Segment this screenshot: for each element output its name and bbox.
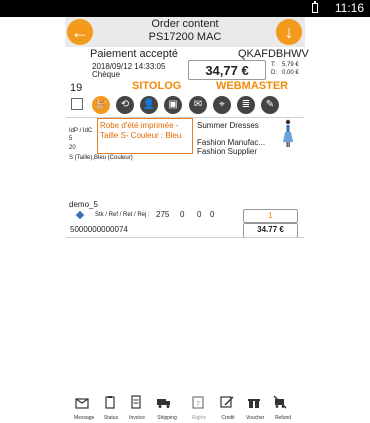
calendar-icon: 7 xyxy=(192,396,204,409)
divider xyxy=(66,237,304,238)
truck-icon xyxy=(157,399,170,408)
back-button[interactable]: ← xyxy=(67,19,93,45)
history-icon[interactable]: ⟲ xyxy=(116,96,134,114)
line-total: 34.77 € xyxy=(257,225,284,234)
quantity-returned: 0 xyxy=(197,210,202,219)
invoice-icon xyxy=(131,395,141,409)
bottom-rights[interactable]: 7 Rights xyxy=(190,394,208,421)
envelope-icon xyxy=(75,398,89,409)
bottom-bar: Message Status Invoice Shipping 7 Rights… xyxy=(66,394,304,421)
ean-code: 5000000000074 xyxy=(70,225,128,234)
select-checkbox[interactable] xyxy=(71,98,83,110)
bottom-voucher[interactable]: Voucher xyxy=(246,394,264,421)
item-count: 19 xyxy=(70,82,83,94)
quantity-labels: Stk / Ref / Ret / Rej : xyxy=(95,212,150,218)
page-subtitle: PS17200 MAC xyxy=(148,31,222,43)
dress-icon xyxy=(283,119,293,147)
total-box: 34,77 € xyxy=(188,60,266,80)
combination-id: 20 xyxy=(69,145,76,151)
quantity-value: 1 xyxy=(268,211,273,220)
refund-icon xyxy=(273,395,287,409)
bottom-status[interactable]: Status xyxy=(102,394,120,421)
tax-label: T: xyxy=(271,62,276,68)
gift-icon xyxy=(248,397,260,408)
download-button[interactable]: ↓ xyxy=(276,19,302,45)
bottom-label: Shipping xyxy=(157,415,177,421)
product-id: 5 xyxy=(69,136,73,142)
product-manufacturer: Fashion Manufac... xyxy=(197,138,266,147)
payment-status: Paiement accepté xyxy=(90,48,179,60)
bottom-invoice[interactable]: Invoice xyxy=(128,394,146,421)
clipboard-icon xyxy=(105,396,115,409)
product-name: Summer Dresses xyxy=(197,121,259,130)
arrow-left-icon: ← xyxy=(71,22,89,42)
page-title: Order content xyxy=(151,18,219,30)
basket-icon[interactable]: 🧺 xyxy=(92,96,110,114)
bottom-label: Voucher xyxy=(246,415,265,421)
quantity-field[interactable]: 1 xyxy=(243,209,298,223)
source-right: WEBMASTER xyxy=(216,80,289,92)
arrow-down-icon: ↓ xyxy=(284,22,294,42)
bottom-credit[interactable]: Credit xyxy=(219,394,237,421)
bottom-label: Credit xyxy=(221,415,235,421)
quantity-stock: 275 xyxy=(156,210,170,219)
quantity-rejected: 0 xyxy=(210,210,215,219)
order-reference: QKAFDBHWV xyxy=(238,48,309,60)
mail-icon[interactable]: ✉ xyxy=(189,96,207,114)
status-time: 11:16 xyxy=(334,1,364,15)
bottom-label: Status xyxy=(103,415,119,421)
svg-text:7: 7 xyxy=(196,402,200,408)
id-labels: IdP / IdC xyxy=(69,128,93,134)
list-icon[interactable]: ≣ xyxy=(237,96,255,114)
user-icon[interactable]: 👤 xyxy=(140,96,158,114)
bottom-refund[interactable]: Refund xyxy=(272,394,294,421)
payment-method: Chèque xyxy=(92,70,121,79)
tax-value: 5,79 € xyxy=(282,62,299,68)
status-bar: 11:16 xyxy=(0,0,370,17)
order-total: 34,77 € xyxy=(205,63,249,78)
customer-name: demo_5 xyxy=(69,200,98,209)
discount-label: D: xyxy=(271,70,277,76)
battery-icon xyxy=(312,1,318,13)
app-bar: Order content PS17200 MAC xyxy=(65,17,305,47)
bottom-label: Rights xyxy=(191,415,207,421)
bottom-label: Message xyxy=(74,415,95,421)
location-icon[interactable]: ⌖ xyxy=(213,96,231,114)
bottom-message[interactable]: Message xyxy=(74,394,95,421)
credit-icon xyxy=(220,396,234,408)
source-left: SITOLOG xyxy=(132,80,182,92)
line-total-box: 34.77 € xyxy=(243,223,298,238)
product-attributes: S (Taille),Bleu (Couleur) xyxy=(69,155,133,161)
bottom-label: Refund xyxy=(274,415,292,421)
quantity-refunded: 0 xyxy=(180,210,185,219)
product-tooltip-text: Robe d'été imprimée - Taille S- Couleur … xyxy=(100,121,182,140)
bottom-shipping[interactable]: Shipping xyxy=(156,394,178,421)
discount-value: 0,00 € xyxy=(282,70,299,76)
bottom-label: Invoice xyxy=(129,415,145,421)
product-image xyxy=(281,118,295,148)
diamond-icon xyxy=(75,210,85,220)
product-supplier: Fashion Supplier xyxy=(197,147,258,156)
edit-icon[interactable]: ✎ xyxy=(261,96,279,114)
document-icon[interactable]: ▣ xyxy=(164,96,182,114)
product-tooltip: Robe d'été imprimée - Taille S- Couleur … xyxy=(97,118,193,154)
